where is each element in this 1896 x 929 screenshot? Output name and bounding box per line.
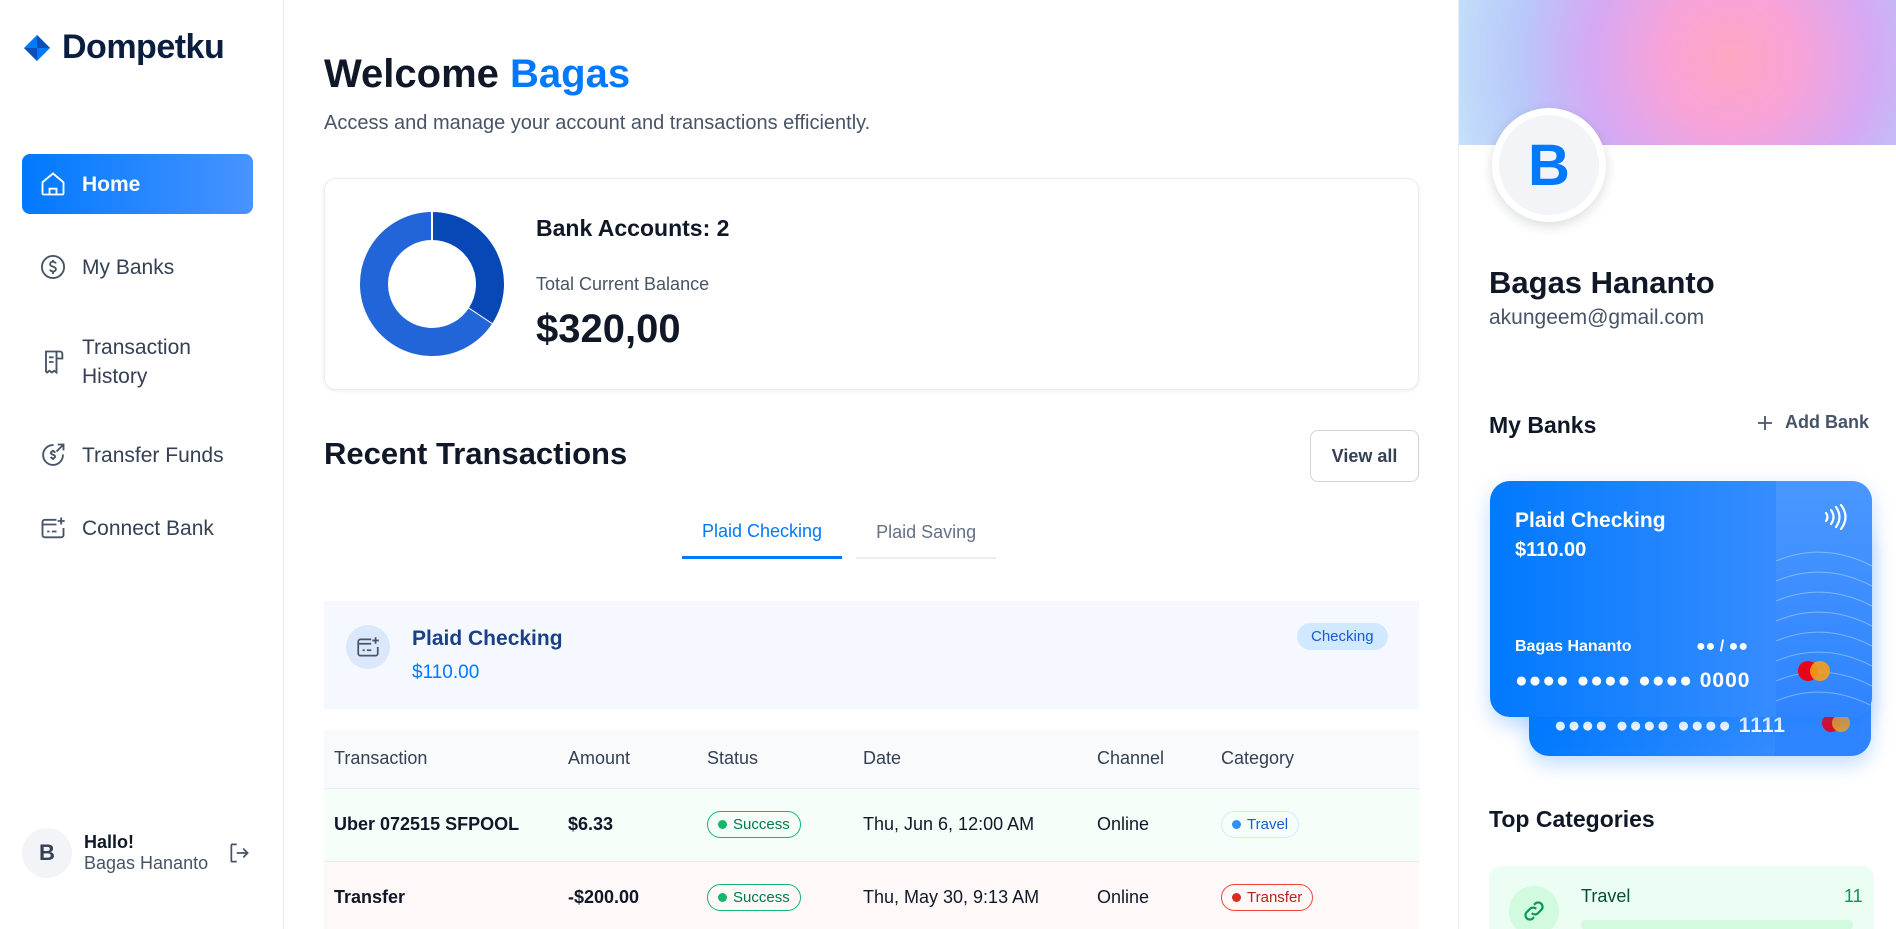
sidebar-item-label: Transaction History — [82, 336, 191, 388]
bank-card[interactable]: Plaid Checking $110.00 Bagas Hananto ●● … — [1490, 481, 1872, 717]
brand-name: Dompetku — [62, 28, 225, 66]
category-badge: Transfer — [1221, 884, 1314, 911]
transaction-date: Thu, Jun 6, 12:00 AM — [853, 788, 1087, 862]
total-balance-label: Total Current Balance — [536, 274, 710, 294]
transaction-channel: Online — [1087, 788, 1211, 862]
page-title: Welcome Bagas — [324, 52, 631, 96]
greeting: Hallo! — [84, 832, 135, 852]
sidebar-item-label: Transfer Funds — [82, 443, 224, 467]
plus-icon — [1758, 415, 1772, 430]
sidebar-item-label: Connect Bank — [82, 516, 214, 540]
logo[interactable]: Dompetku — [22, 28, 225, 67]
card-pattern — [1776, 551, 1872, 707]
transaction-status: Success — [697, 788, 853, 862]
user-name: Bagas Hananto — [84, 853, 209, 873]
sidebar-item-label: My Banks — [82, 255, 175, 279]
account-balance: $110.00 — [412, 662, 480, 683]
profile-avatar: B — [1492, 108, 1606, 222]
card-balance: $110.00 — [1515, 539, 1587, 561]
sidebar-item-label: Home — [82, 172, 141, 196]
transaction-amount: $6.33 — [558, 788, 697, 862]
category-badge: Travel — [1221, 811, 1300, 838]
profile-panel: B Bagas Hananto akungeem@gmail.com My Ba… — [1458, 0, 1896, 929]
account-name: Plaid Checking — [412, 627, 563, 650]
column-header: Channel — [1087, 730, 1211, 789]
top-categories-title: Top Categories — [1489, 806, 1655, 832]
card-expiry: ●● / ●● — [1696, 638, 1748, 655]
receipt-icon — [38, 347, 68, 377]
transaction-category: Transfer — [1211, 861, 1419, 929]
card-number: ●●●● ●●●● ●●●● 0000 — [1515, 669, 1751, 692]
profile-initial: B — [1499, 115, 1599, 215]
dollar-circle-icon — [38, 252, 68, 282]
page-subtitle: Access and manage your account and trans… — [324, 112, 871, 134]
sidebar-item-transaction-history[interactable]: Transaction History — [22, 330, 253, 394]
bank-accounts-count: Bank Accounts: 2 — [536, 215, 730, 241]
user-first-name: Bagas — [510, 52, 631, 96]
bank-tabs: Plaid Checking Plaid Saving — [682, 507, 997, 559]
card-bank-name: Plaid Checking — [1515, 509, 1666, 532]
column-header: Status — [697, 730, 853, 789]
transaction-status: Success — [697, 861, 853, 929]
total-balance-value: $320,00 — [536, 307, 681, 351]
main-content: Welcome Bagas Access and manage your acc… — [285, 0, 1458, 929]
logout-icon[interactable] — [227, 840, 253, 866]
transaction-channel: Online — [1087, 861, 1211, 929]
column-header: Category — [1211, 730, 1419, 789]
tab-plaid-saving[interactable]: Plaid Saving — [856, 507, 997, 559]
table-row[interactable]: Transfer -$200.00 Success Thu, May 30, 9… — [324, 861, 1419, 929]
logo-icon — [24, 34, 50, 61]
table-row[interactable]: Uber 072515 SFPOOL $6.33 Success Thu, Ju… — [324, 788, 1419, 862]
add-bank-button[interactable]: Add Bank — [1755, 412, 1869, 433]
sidebar-item-connect-bank[interactable]: Connect Bank — [22, 504, 253, 552]
profile-name: Bagas Hananto — [1489, 265, 1715, 300]
connect-bank-icon — [38, 513, 68, 543]
column-header: Transaction — [324, 730, 558, 789]
donut-segment — [431, 212, 504, 324]
column-header: Amount — [558, 730, 697, 789]
sidebar-item-home[interactable]: Home — [22, 154, 253, 214]
table-header-row: Transaction Amount Status Date Channel C… — [324, 730, 1419, 789]
view-all-button[interactable]: View all — [1310, 430, 1419, 482]
total-balance-card: Bank Accounts: 2 Total Current Balance $… — [324, 178, 1419, 390]
status-badge: Success — [707, 884, 801, 911]
account-type-badge: Checking — [1297, 623, 1388, 650]
category-item[interactable]: Travel 11 — [1489, 866, 1874, 929]
status-badge: Success — [707, 811, 801, 838]
my-banks-title: My Banks — [1489, 412, 1597, 438]
avatar: B — [22, 828, 72, 878]
tab-plaid-checking[interactable]: Plaid Checking — [682, 507, 843, 559]
transactions-table: Transaction Amount Status Date Channel C… — [324, 730, 1419, 929]
sidebar: Dompetku Home My Banks Transaction Histo… — [0, 0, 284, 929]
card-number: ●●●● ●●●● ●●●● 1111 — [1554, 714, 1786, 737]
transaction-amount: -$200.00 — [558, 861, 697, 929]
transaction-name: Transfer — [324, 861, 558, 929]
transaction-category: Travel — [1211, 788, 1419, 862]
category-progress — [1581, 920, 1853, 929]
sidebar-item-transfer-funds[interactable]: Transfer Funds — [22, 431, 253, 479]
sidebar-item-my-banks[interactable]: My Banks — [22, 243, 253, 291]
transaction-date: Thu, May 30, 9:13 AM — [853, 861, 1087, 929]
category-count: 11 — [1844, 886, 1863, 906]
column-header: Date — [853, 730, 1087, 789]
profile-email: akungeem@gmail.com — [1489, 306, 1705, 329]
balance-donut-chart — [360, 212, 504, 356]
mastercard-icon — [1798, 661, 1830, 681]
recent-transactions-title: Recent Transactions — [324, 436, 628, 471]
connect-bank-icon — [346, 625, 390, 669]
home-icon — [38, 169, 68, 199]
contactless-icon — [1824, 503, 1847, 531]
money-send-icon — [38, 440, 68, 470]
category-name: Travel — [1581, 886, 1631, 906]
bank-account-info: Plaid Checking $110.00 Checking — [324, 601, 1419, 709]
transaction-name: Uber 072515 SFPOOL — [324, 788, 558, 862]
travel-link-icon — [1509, 886, 1559, 929]
card-holder: Bagas Hananto — [1515, 638, 1632, 655]
sidebar-user: B Hallo! Bagas Hananto — [22, 828, 262, 878]
